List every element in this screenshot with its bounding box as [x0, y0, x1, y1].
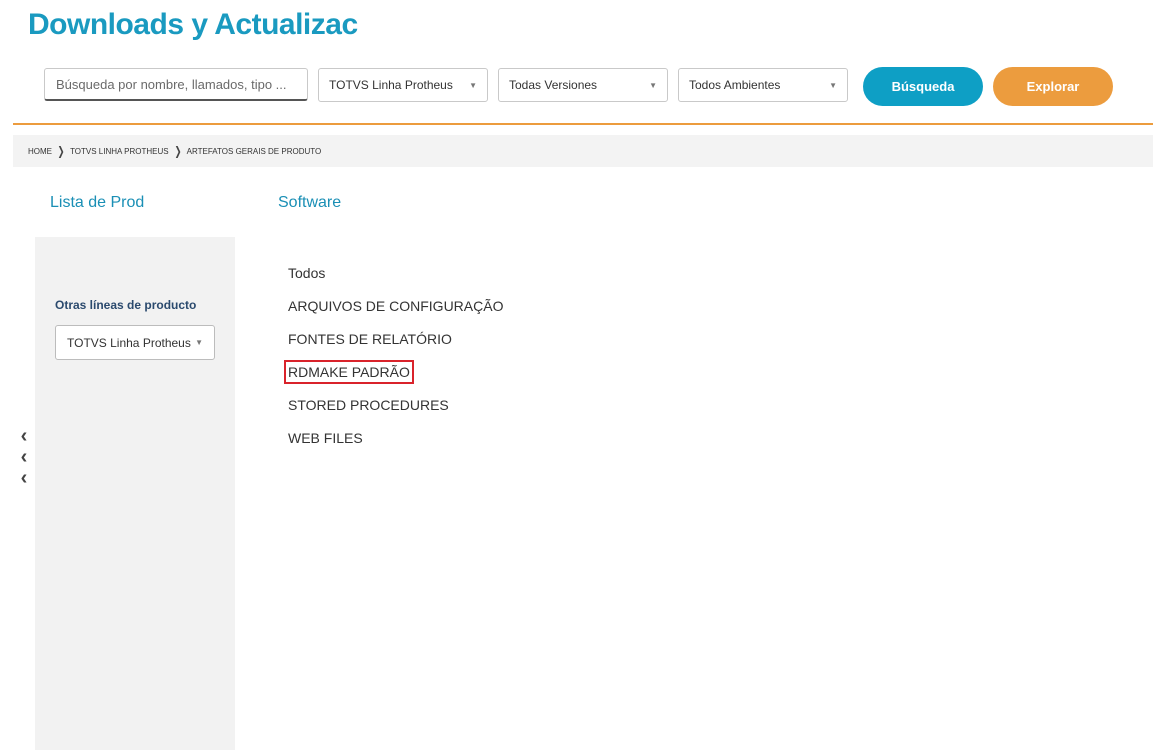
list-item[interactable]: FONTES DE RELATÓRIO [288, 328, 503, 361]
product-list-heading: Lista de Prod [50, 194, 145, 211]
list-item[interactable]: RDMAKE PADRÃO [284, 360, 503, 394]
software-category-list: Todos ARQUIVOS DE CONFIGURAÇÃO FONTES DE… [284, 262, 503, 460]
category-web-files[interactable]: WEB FILES [288, 430, 363, 446]
category-todos[interactable]: Todos [288, 265, 325, 281]
breadcrumb-current: ARTEFATOS GERAIS DE PRODUTO [186, 146, 322, 156]
other-product-line-value: TOTVS Linha Protheus [67, 335, 191, 350]
category-arquivos-configuracao[interactable]: ARQUIVOS DE CONFIGURAÇÃO [288, 298, 503, 314]
versions-select-value: Todas Versiones [509, 78, 598, 92]
breadcrumb: HOME ❯ TOTVS LINHA PROTHEUS ❯ ARTEFATOS … [13, 135, 1153, 167]
environments-select-value: Todos Ambientes [689, 78, 781, 92]
list-item[interactable]: WEB FILES [288, 427, 503, 460]
header-divider [13, 123, 1153, 125]
list-item[interactable]: STORED PROCEDURES [288, 394, 503, 427]
search-button[interactable]: Búsqueda [863, 67, 983, 106]
breadcrumb-product-line[interactable]: TOTVS LINHA PROTHEUS [70, 147, 169, 156]
chevron-down-icon: ▼ [195, 338, 203, 347]
chevron-left-icon: ‹ [20, 446, 28, 468]
explore-button[interactable]: Explorar [993, 67, 1113, 106]
chevron-left-icon: ‹ [20, 467, 28, 489]
chevron-down-icon: ▼ [469, 80, 477, 90]
chevron-right-icon: ❯ [57, 144, 65, 158]
chevron-down-icon: ▼ [829, 80, 837, 90]
page-title: Downloads y Actualizac [28, 8, 358, 41]
sidebar-collapse-toggle[interactable]: ‹ ‹ ‹ [16, 426, 32, 489]
software-heading: Software [278, 194, 342, 211]
list-item[interactable]: Todos [288, 262, 503, 295]
category-fontes-relatorio[interactable]: FONTES DE RELATÓRIO [288, 331, 452, 347]
chevron-right-icon: ❯ [174, 144, 182, 158]
versions-select[interactable]: Todas Versiones ▼ [498, 68, 668, 102]
other-lines-label: Otras líneas de producto [55, 298, 197, 312]
list-item[interactable]: ARQUIVOS DE CONFIGURAÇÃO [288, 295, 503, 328]
other-product-line-select[interactable]: TOTVS Linha Protheus ▼ [55, 325, 215, 360]
chevron-down-icon: ▼ [649, 80, 657, 90]
chevron-left-icon: ‹ [20, 425, 28, 447]
category-rdmake-padrao[interactable]: RDMAKE PADRÃO [284, 360, 414, 384]
search-input[interactable] [44, 68, 308, 101]
breadcrumb-home[interactable]: HOME [28, 147, 52, 156]
product-line-select-value: TOTVS Linha Protheus [329, 78, 453, 92]
category-stored-procedures[interactable]: STORED PROCEDURES [288, 397, 449, 413]
sidebar-panel: Otras líneas de producto TOTVS Linha Pro… [35, 237, 235, 750]
product-line-select[interactable]: TOTVS Linha Protheus ▼ [318, 68, 488, 102]
environments-select[interactable]: Todos Ambientes ▼ [678, 68, 848, 102]
